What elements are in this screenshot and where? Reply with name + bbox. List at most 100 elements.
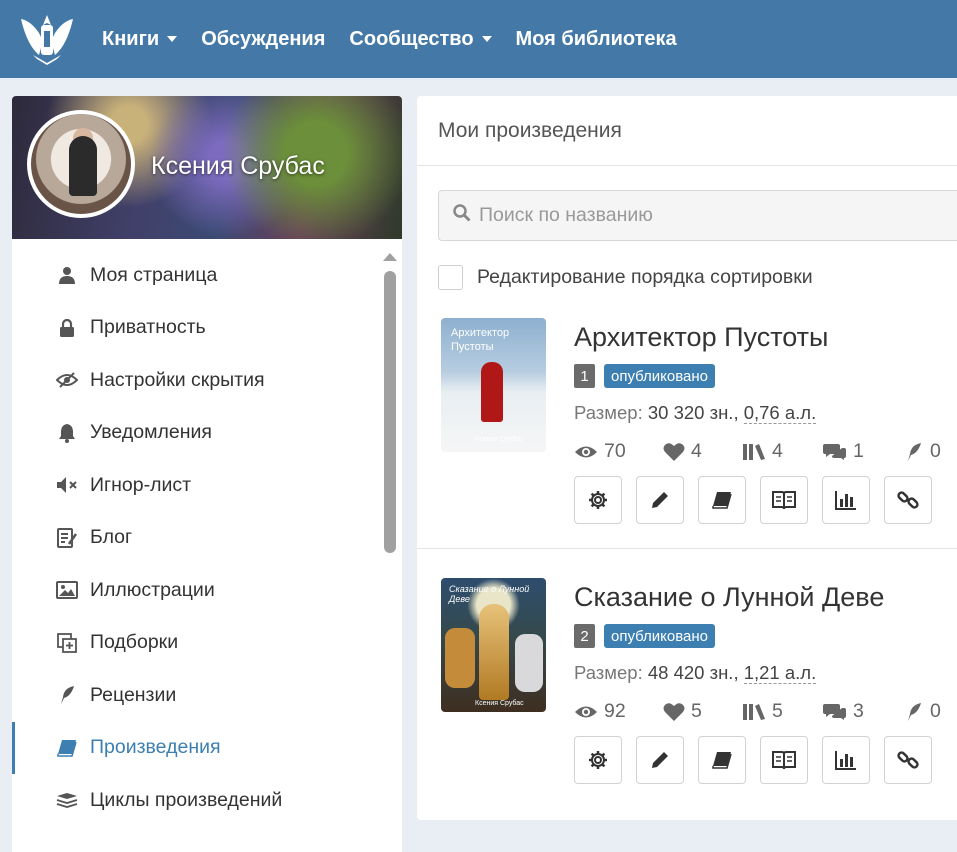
blog-icon — [56, 527, 78, 549]
library-icon — [743, 443, 765, 460]
sidebar-item-hide-settings[interactable]: Настройки скрытия — [12, 354, 402, 407]
scroll-up-arrow-icon[interactable] — [383, 253, 397, 261]
sidebar-item-privacy[interactable]: Приватность — [12, 302, 402, 355]
chapters-button[interactable] — [698, 476, 746, 524]
heart-icon — [663, 442, 685, 461]
nav-discussions-label: Обсуждения — [201, 27, 326, 50]
size-label: Размер: — [574, 402, 643, 423]
sidebar-item-label: Циклы произведений — [90, 788, 283, 811]
cover-author: Ксения Срубас — [475, 436, 524, 443]
libraries-stat: 5 — [742, 700, 823, 723]
work-item: Архитектор Пустоты Ксения Срубас Архитек… — [417, 318, 957, 549]
book-cover[interactable]: Архитектор Пустоты Ксения Срубас — [441, 318, 546, 452]
book-cover[interactable]: Сказание о Лунной Деве Ксения Срубас — [441, 578, 546, 712]
nav-community[interactable]: Сообщество — [349, 27, 492, 51]
pencil-icon — [652, 492, 668, 508]
reviews-count: 0 — [930, 700, 941, 722]
sidebar-scrollbar[interactable] — [383, 253, 397, 852]
quill-icon — [908, 702, 921, 721]
sidebar-item-collections[interactable]: Подборки — [12, 617, 402, 670]
search-box[interactable] — [438, 190, 957, 241]
nav-books-label: Книги — [102, 27, 160, 50]
order-badge: 1 — [574, 364, 595, 388]
sort-order-checkbox[interactable] — [438, 265, 463, 290]
nav-books[interactable]: Книги — [102, 27, 178, 51]
link-button[interactable] — [884, 736, 932, 784]
bell-icon — [56, 422, 78, 444]
work-title[interactable]: Сказание о Лунной Деве — [574, 582, 884, 613]
work-size: Размер: 30 320 зн., 0,76 а.л. — [574, 402, 817, 424]
mute-icon — [56, 474, 78, 496]
comments-stat: 1 — [823, 440, 904, 463]
reviews-stat: 0 — [904, 440, 941, 463]
bar-chart-icon — [835, 491, 856, 510]
settings-button[interactable] — [574, 736, 622, 784]
nav-discussions[interactable]: Обсуждения — [201, 28, 325, 51]
sidebar-item-label: Приватность — [90, 316, 206, 339]
work-stats: 70 4 4 1 0 — [574, 440, 941, 463]
sidebar-item-blog[interactable]: Блог — [12, 512, 402, 565]
quill-icon — [908, 442, 921, 461]
cover-figure — [481, 362, 503, 422]
read-button[interactable] — [760, 476, 808, 524]
work-title[interactable]: Архитектор Пустоты — [574, 322, 828, 353]
page-title: Мои произведения — [417, 96, 957, 166]
work-stats: 92 5 5 3 0 — [574, 700, 941, 723]
sidebar-item-label: Иллюстрации — [90, 578, 215, 601]
sort-order-toggle[interactable]: Редактирование порядка сортировки — [438, 265, 813, 290]
sidebar-item-works[interactable]: Произведения — [12, 721, 402, 775]
settings-button[interactable] — [574, 476, 622, 524]
comments-count: 3 — [853, 700, 864, 722]
avatar-body — [69, 136, 97, 196]
gear-icon — [589, 491, 607, 509]
sidebar-item-label: Игнор-лист — [90, 473, 192, 496]
sidebar-item-illustrations[interactable]: Иллюстрации — [12, 564, 402, 617]
edit-button[interactable] — [636, 736, 684, 784]
read-button[interactable] — [760, 736, 808, 784]
size-al: 1,21 а.л. — [743, 662, 817, 684]
chapters-button[interactable] — [698, 736, 746, 784]
sidebar-item-series[interactable]: Циклы произведений — [12, 774, 402, 827]
reviews-stat: 0 — [904, 700, 941, 723]
size-label: Размер: — [574, 662, 643, 683]
gear-icon — [589, 751, 607, 769]
reviews-count: 0 — [930, 440, 941, 462]
scroll-thumb[interactable] — [384, 271, 396, 553]
avatar[interactable] — [27, 110, 135, 218]
sidebar-item-label: Произведения — [90, 736, 221, 759]
likes-count: 4 — [691, 440, 702, 462]
libraries-count: 5 — [772, 700, 783, 722]
sidebar-item-ignore-list[interactable]: Игнор-лист — [12, 459, 402, 512]
sidebar-item-reviews[interactable]: Рецензии — [12, 669, 402, 722]
status-badge: опубликовано — [604, 624, 716, 648]
pencil-icon — [652, 752, 668, 768]
sidebar-menu: Моя страница Приватность Настройки скрыт… — [12, 239, 402, 852]
sidebar-item-my-page[interactable]: Моя страница — [12, 249, 402, 302]
site-logo-icon[interactable] — [16, 8, 78, 70]
heart-icon — [663, 702, 685, 721]
libraries-stat: 4 — [742, 440, 823, 463]
cover-title: Сказание о Лунной Деве — [449, 584, 530, 604]
search-input[interactable] — [479, 204, 957, 227]
profile-name[interactable]: Ксения Срубас — [151, 152, 325, 181]
user-icon — [56, 264, 78, 286]
views-stat: 92 — [574, 700, 663, 723]
sidebar-item-notifications[interactable]: Уведомления — [12, 407, 402, 460]
comments-count: 1 — [853, 440, 864, 462]
work-badges: 1 опубликовано — [574, 364, 716, 388]
top-navbar: Книги Обсуждения Сообщество Моя библиоте… — [0, 0, 957, 78]
likes-count: 5 — [691, 700, 702, 722]
cover-wolf — [515, 634, 543, 692]
statistics-button[interactable] — [822, 476, 870, 524]
work-size: Размер: 48 420 зн., 1,21 а.л. — [574, 662, 817, 684]
quill-icon — [56, 684, 78, 706]
link-button[interactable] — [884, 476, 932, 524]
likes-stat: 5 — [663, 700, 742, 723]
statistics-button[interactable] — [822, 736, 870, 784]
edit-button[interactable] — [636, 476, 684, 524]
open-book-icon — [772, 491, 796, 510]
comments-icon — [823, 703, 846, 720]
cover-deer — [445, 628, 475, 688]
nav-my-library[interactable]: Моя библиотека — [516, 28, 677, 51]
nav-community-label: Сообщество — [349, 27, 474, 50]
